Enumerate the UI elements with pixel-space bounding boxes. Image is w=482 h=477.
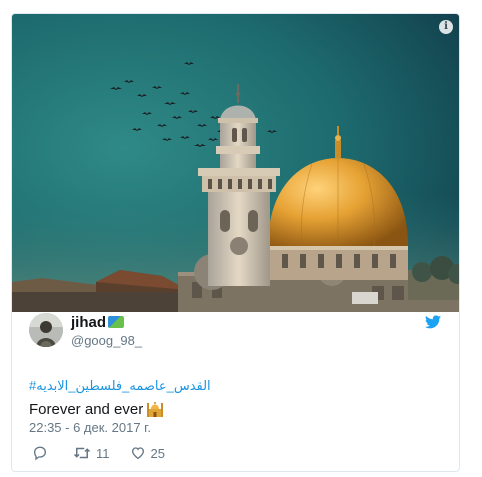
twitter-bird-icon[interactable]	[425, 315, 441, 334]
media-info-button[interactable]: i	[439, 20, 453, 34]
user-handle[interactable]: @goog_98_	[71, 332, 142, 349]
map-flag-emoji-icon	[108, 316, 125, 328]
retweet-button[interactable]: 11	[73, 445, 110, 461]
dome-of-the-rock-photo	[12, 14, 459, 312]
tweet-text: Forever and ever	[29, 399, 164, 421]
like-button[interactable]: 25	[130, 445, 165, 461]
heart-icon	[131, 447, 144, 460]
tweet-actions: 11 25	[32, 444, 185, 462]
display-name-row[interactable]: jihad	[71, 314, 142, 332]
retweet-icon	[73, 447, 91, 459]
reply-button[interactable]	[32, 445, 53, 461]
tweet-header: jihad @goog_98_	[29, 313, 447, 349]
display-name[interactable]: jihad	[71, 314, 106, 331]
tweet-timestamp[interactable]: 22:35 - 6 дек. 2017 г.	[29, 420, 151, 435]
tweet-card: i jihad @goog_98_ #القدس_عاصمه_فلسطين_ال…	[11, 13, 460, 472]
user-names: jihad @goog_98_	[71, 314, 142, 349]
hashtag-link[interactable]: #القدس_عاصمه_فلسطين_الابديه	[29, 378, 211, 394]
tweet-text-content: Forever and ever	[29, 401, 144, 418]
reply-icon	[33, 446, 47, 461]
mosque-emoji-icon	[146, 399, 164, 421]
avatar[interactable]	[29, 313, 63, 347]
like-count: 25	[150, 445, 165, 461]
tweet-photo[interactable]: i	[12, 14, 459, 312]
avatar-image	[29, 313, 63, 347]
retweet-count: 11	[96, 445, 110, 461]
